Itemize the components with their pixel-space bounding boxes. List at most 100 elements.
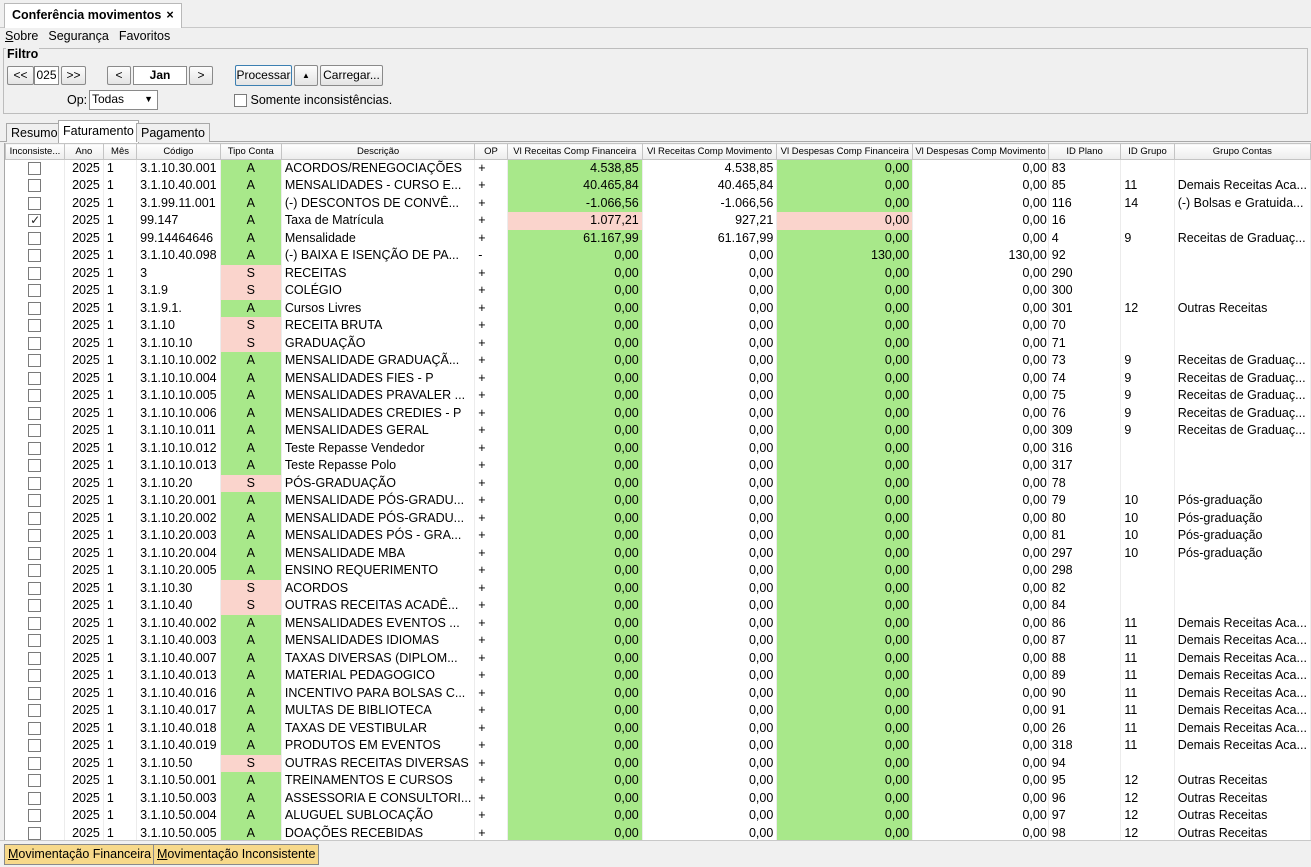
inconsistent-checkbox[interactable] [28,791,42,805]
table-row[interactable]: 2025 1 3.1.10.40.018 A TAXAS DE VESTIBULAR +0… [5,719,1311,737]
inconsistent-checkbox[interactable] [28,354,42,368]
op-select[interactable]: Todas ▼ [89,90,158,110]
inconsistent-cell[interactable] [5,702,65,720]
inconsistent-checkbox[interactable] [28,669,42,683]
inconsistent-cell[interactable] [5,544,65,562]
table-row[interactable]: 2025 1 3.1.10.50 S OUTRAS RECEITAS DIVERSAS +… [5,754,1311,772]
column-header[interactable]: Vl Despesas Comp Movimento [912,143,1049,160]
inconsistent-checkbox[interactable] [28,721,42,735]
year-prev-button[interactable]: << [7,66,34,85]
inconsistent-cell[interactable] [5,422,65,440]
table-row[interactable]: 2025 1 3.1.10.30.001 A ACORDOS/RENEGOCIAÇÕES… [5,159,1311,177]
table-row[interactable]: 2025 1 3.1.10.40.002 A MENSALIDADES EVENTOS … [5,614,1311,632]
table-row[interactable]: 2025 1 99.14464646 A Mensalidade +61.167,99 61… [5,229,1311,247]
inconsistent-cell[interactable] [5,527,65,545]
inconsistent-cell[interactable] [5,439,65,457]
inconsistent-checkbox[interactable] [28,459,42,473]
inconsistent-cell[interactable] [5,737,65,755]
column-header[interactable]: Grupo Contas [1173,143,1311,160]
inconsistent-checkbox[interactable] [28,651,42,665]
inconsistent-cell[interactable] [5,772,65,790]
table-row[interactable]: 2025199.147ATaxa de Matrícula+1.077,2192… [5,212,1311,230]
table-row[interactable]: 2025 1 3.1.10.20.003 A MENSALIDADES PÓS - GR… [5,527,1311,545]
collapse-icon[interactable]: ▲ [294,65,318,86]
table-row[interactable]: 2025 1 3.1.10.10.002 A MENSALIDADE GRADUAÇÃ.… [5,352,1311,370]
inconsistent-checkbox[interactable] [28,231,42,245]
inconsistent-checkbox[interactable] [28,249,42,263]
table-row[interactable]: 2025 1 3.1.10.10.011 A MENSALIDADES GERAL +0,… [5,422,1311,440]
month-field[interactable]: Jan [133,66,187,85]
inconsistent-checkbox[interactable] [28,599,42,613]
column-header[interactable]: Ano [63,143,104,160]
column-header[interactable]: Vl Despesas Comp Financeira [776,143,914,160]
inconsistent-checkbox[interactable] [28,634,42,648]
inconsistent-checkbox[interactable] [28,319,42,333]
table-row[interactable]: 2025 1 3.1.10.40.007 A TAXAS DIVERSAS (DIPLO… [5,649,1311,667]
table-row[interactable]: 2025 1 3.1.10.20.004 A MENSALIDADE MBA +0,00 0… [5,544,1311,562]
column-header[interactable]: Tipo Conta [219,143,282,160]
inconsistent-cell[interactable] [5,632,65,650]
inconsistent-cell[interactable] [5,177,65,195]
inconsistent-cell[interactable] [5,212,65,230]
table-row[interactable]: 2025 1 3.1.10.40.003 A MENSALIDADES IDIOMAS +… [5,632,1311,650]
column-header[interactable]: OP [474,143,508,160]
inconsistent-checkbox[interactable] [28,616,42,630]
column-header[interactable]: ID Grupo [1120,143,1175,160]
inconsistent-checkbox[interactable] [28,406,42,420]
inconsistent-cell[interactable] [5,369,65,387]
inconsistent-checkbox[interactable] [28,336,42,350]
inconsistent-checkbox[interactable] [28,494,42,508]
inconsistent-checkbox[interactable] [28,739,42,753]
inconsistent-checkbox[interactable] [28,389,42,403]
table-row[interactable]: 2025 1 3.1.10.40.017 A MULTAS DE BIBLIOTECA +… [5,702,1311,720]
column-header[interactable]: Vl Receitas Comp Movimento [641,143,778,160]
inconsistent-cell[interactable] [5,562,65,580]
table-row[interactable]: 2025 1 3.1.10.10.004 A MENSALIDADES FIES - P… [5,369,1311,387]
movimentacao-inconsistente-button[interactable]: Movimentação Inconsistente [153,844,320,865]
close-icon[interactable]: × [166,8,173,22]
table-row[interactable]: 2025 1 3.1.10.50.003 A ASSESSORIA E CONSULTO… [5,789,1311,807]
inconsistent-checkbox[interactable] [28,546,42,560]
column-header[interactable]: Descrição [280,143,476,160]
month-prev-button[interactable]: < [107,66,131,85]
inconsistent-checkbox[interactable] [28,212,42,229]
inconsistent-checkbox[interactable] [28,476,42,490]
inconsistent-cell[interactable] [5,614,65,632]
column-header[interactable]: Código [136,143,221,160]
inconsistent-cell[interactable] [5,317,65,335]
inconsistent-checkbox[interactable] [28,511,42,525]
inconsistent-checkbox[interactable] [28,564,42,578]
inconsistent-cell[interactable] [5,264,65,282]
menu-sobre[interactable]: Sobre [0,28,43,45]
inconsistent-checkbox[interactable] [28,704,42,718]
column-header[interactable]: Vl Receitas Comp Financeira [506,143,643,160]
month-next-button[interactable]: > [189,66,213,85]
inconsistent-checkbox[interactable] [28,809,42,823]
column-header[interactable]: Mês [102,143,138,160]
table-row[interactable]: 2025 1 3.1.10.10.012 A Teste Repasse Vendedo… [5,439,1311,457]
inconsistent-cell[interactable] [5,597,65,615]
table-row[interactable]: 2025 1 3.1.10.50.004 A ALUGUEL SUBLOCAÇÃO +0,… [5,807,1311,825]
table-row[interactable]: 2025 1 3.1.10.40.016 A INCENTIVO PARA BOLSAS… [5,684,1311,702]
tab-resumo[interactable]: Resumo [6,123,63,142]
inconsistent-checkbox[interactable] [28,424,42,438]
inconsistent-cell[interactable] [5,229,65,247]
table-row[interactable]: 2025 1 3.1.10.50.005 A DOAÇÕES RECEBIDAS +0,0… [5,824,1311,840]
inconsistent-cell[interactable] [5,247,65,265]
table-row[interactable]: 2025 1 3.1.10.40.001 A MENSALIDADES - CURSO … [5,177,1311,195]
table-row[interactable]: 2025 1 3 S RECEITAS +0,00 0,00 0,00 0,00 290 [5,264,1311,282]
table-row[interactable]: 2025 1 3.1.10.40.098 A (-) BAIXA E ISENÇÃO D… [5,247,1311,265]
table-row[interactable]: 2025 1 3.1.10.10.005 A MENSALIDADES PRAVALER… [5,387,1311,405]
inconsistent-cell[interactable] [5,684,65,702]
year-next-button[interactable]: >> [61,66,86,85]
table-row[interactable]: 2025 1 3.1.10.40.013 A MATERIAL PEDAGOGICO +0… [5,667,1311,685]
inconsistent-cell[interactable] [5,807,65,825]
inconsistent-checkbox[interactable] [28,371,42,385]
inconsistent-cell[interactable] [5,334,65,352]
table-row[interactable]: 2025 1 3.1.10.20.005 A ENSINO REQUERIMENTO +0… [5,562,1311,580]
tab-pagamento[interactable]: Pagamento [136,123,210,142]
inconsistent-checkbox[interactable] [28,284,42,298]
inconsistent-checkbox[interactable] [28,529,42,543]
inconsistent-checkbox[interactable] [28,774,42,788]
inconsistent-cell[interactable] [5,159,65,177]
